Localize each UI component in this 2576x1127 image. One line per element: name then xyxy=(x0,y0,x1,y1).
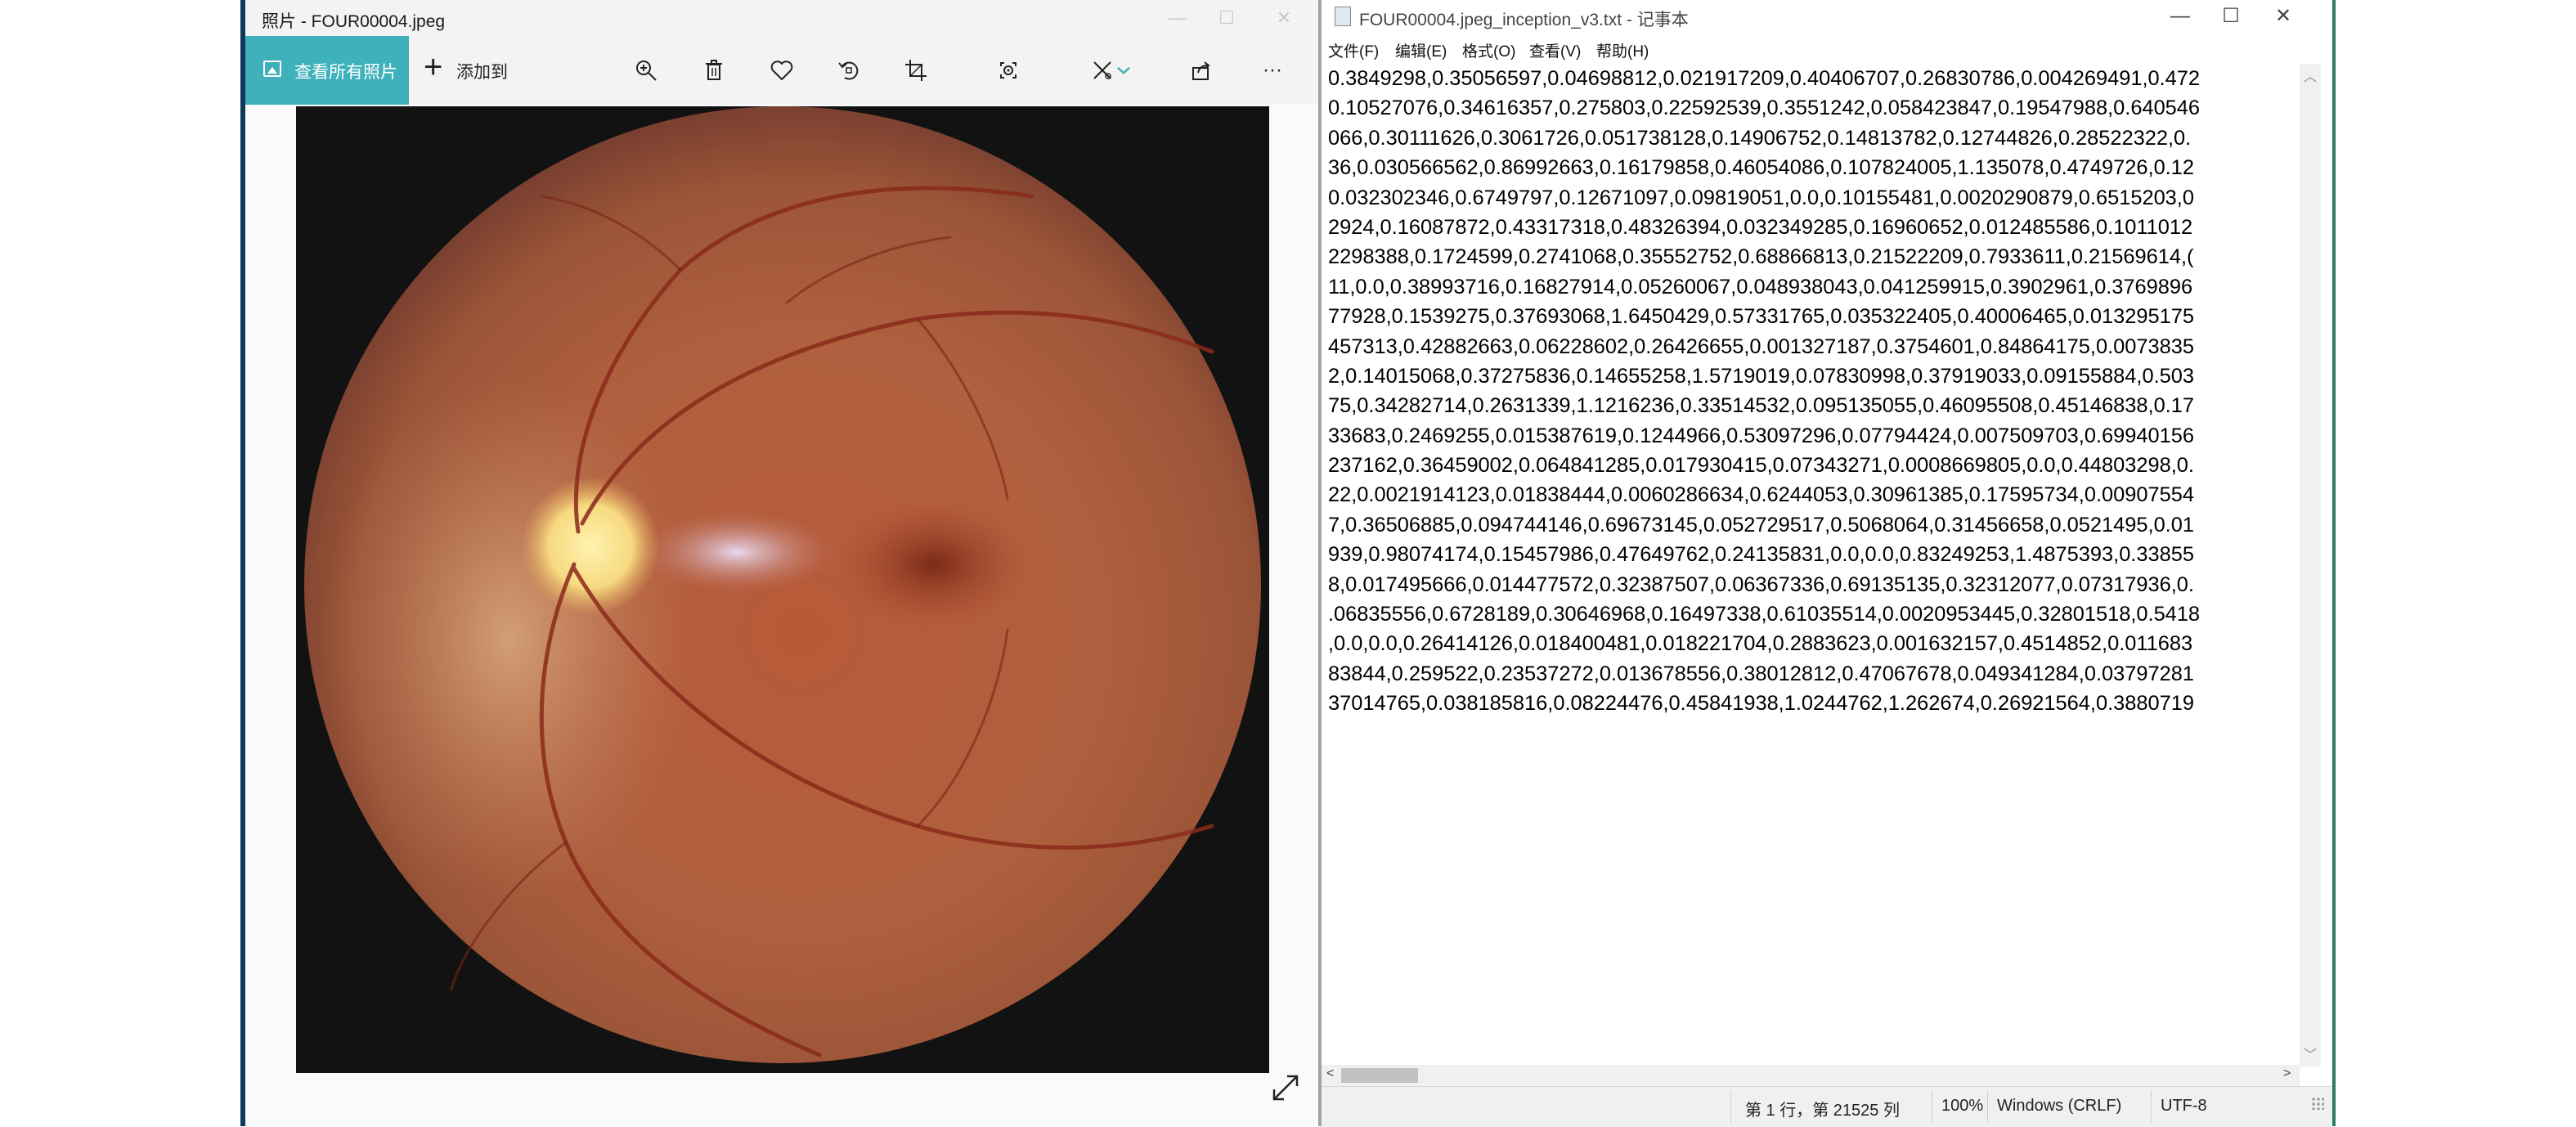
enhance-icon[interactable] xyxy=(992,54,1025,87)
share-icon[interactable] xyxy=(1186,54,1218,87)
text-line: 36,0.030566562,0.86992663,0.16179858,0.4… xyxy=(1328,156,2194,180)
scroll-left-icon[interactable]: < xyxy=(1326,1066,1334,1081)
notepad-menubar: 文件(F) 编辑(E) 格式(O) 查看(V) 帮助(H) xyxy=(1322,36,2332,64)
resize-grip[interactable] xyxy=(2311,1097,2324,1110)
plus-icon: + xyxy=(424,49,443,85)
text-line: 8,0.017495666,0.014477572,0.32387507,0.0… xyxy=(1328,572,2194,596)
notepad-minimize-button[interactable]: — xyxy=(2156,2,2205,31)
favorite-icon[interactable] xyxy=(765,54,798,87)
fundus-photo xyxy=(296,106,1269,1073)
photos-maximize-button[interactable]: ☐ xyxy=(1202,3,1251,33)
notepad-close-button[interactable]: ✕ xyxy=(2259,2,2308,31)
status-line-ending: Windows (CRLF) xyxy=(1997,1097,2122,1115)
status-divider xyxy=(1730,1090,1731,1123)
more-icon[interactable]: ··· xyxy=(1256,54,1289,87)
horizontal-scrollbar[interactable]: < > xyxy=(1322,1065,2300,1086)
text-line: 7,0.36506885,0.094744146,0.69673145,0.05… xyxy=(1328,513,2194,537)
notepad-window-title: FOUR00004.jpeg_inception_v3.txt - 记事本 xyxy=(1359,11,1689,29)
chevron-down-icon[interactable] xyxy=(1114,54,1133,87)
add-to-button[interactable]: + 添加到 xyxy=(424,36,530,105)
rotate-icon[interactable] xyxy=(832,54,865,87)
expand-icon[interactable] xyxy=(1269,1071,1302,1104)
text-line: 2924,0.16087872,0.43317318,0.48326394,0.… xyxy=(1328,215,2193,239)
zoom-icon[interactable] xyxy=(630,54,662,87)
text-line: 11,0.0,0.38993716,0.16827914,0.05260067,… xyxy=(1328,275,2193,299)
text-line: 2,0.14015068,0.37275836,0.14655258,1.571… xyxy=(1328,364,2194,388)
photos-minimize-button[interactable]: — xyxy=(1153,3,1202,33)
status-encoding: UTF-8 xyxy=(2161,1097,2207,1115)
text-line: 37014765,0.038185816,0.08224476,0.458419… xyxy=(1328,692,2194,716)
notepad-text-area[interactable]: 0.3849298,0.35056597,0.04698812,0.021917… xyxy=(1328,64,2301,1066)
image-icon xyxy=(263,61,281,77)
photos-titlebar: 照片 - FOUR00004.jpeg — ☐ ✕ xyxy=(245,0,1325,36)
crop-icon[interactable] xyxy=(900,54,932,87)
horizontal-scroll-thumb[interactable] xyxy=(1341,1068,1418,1083)
photos-window: 照片 - FOUR00004.jpeg — ☐ ✕ 查看所有照片 + 添加到 ·… xyxy=(245,0,1325,1126)
text-line: 2298388,0.1724599,0.2741068,0.35552752,0… xyxy=(1328,245,2194,269)
scroll-right-icon[interactable]: > xyxy=(2283,1066,2291,1081)
view-all-photos-button[interactable]: 查看所有照片 xyxy=(245,36,409,105)
scroll-up-icon[interactable]: ︿ xyxy=(2300,65,2321,85)
notepad-titlebar: FOUR00004.jpeg_inception_v3.txt - 记事本 — … xyxy=(1322,0,2332,33)
text-line: 75,0.34282714,0.2631339,1.1216236,0.3351… xyxy=(1328,394,2194,418)
scroll-down-icon[interactable]: ﹀ xyxy=(2300,1044,2321,1063)
photos-window-title: 照片 - FOUR00004.jpeg xyxy=(262,12,446,31)
text-line: 939,0.98074174,0.15457986,0.47649762,0.2… xyxy=(1328,543,2194,567)
text-line: 066,0.30111626,0.3061726,0.051738128,0.1… xyxy=(1328,126,2192,150)
view-all-photos-label: 查看所有照片 xyxy=(294,63,397,82)
status-cursor-position: 第 1 行，第 21525 列 xyxy=(1745,1102,1900,1120)
text-line: .06835556,0.6728189,0.30646968,0.1649733… xyxy=(1328,603,2201,626)
text-line: 0.3849298,0.35056597,0.04698812,0.021917… xyxy=(1328,67,2201,90)
text-line: 457313,0.42882663,0.06228602,0.26426655,… xyxy=(1328,335,2194,358)
menu-help[interactable]: 帮助(H) xyxy=(1596,39,1649,61)
vertical-scrollbar[interactable]: ︿ ﹀ xyxy=(2300,64,2321,1066)
status-divider xyxy=(1987,1090,1988,1123)
text-line: ,0.0,0.0,0.26414126,0.018400481,0.018221… xyxy=(1328,632,2193,656)
text-line: 77928,0.1539275,0.37693068,1.6450429,0.5… xyxy=(1328,305,2194,329)
text-line: 22,0.0021914123,0.01838444,0.0060286634,… xyxy=(1328,483,2194,507)
desktop-background-right xyxy=(2332,0,2336,1126)
menu-edit[interactable]: 编辑(E) xyxy=(1395,39,1447,61)
text-line: 0.032302346,0.6749797,0.12671097,0.09819… xyxy=(1328,186,2194,209)
add-to-label: 添加到 xyxy=(456,63,508,82)
status-zoom: 100% xyxy=(1941,1097,1984,1115)
notepad-maximize-button[interactable]: ☐ xyxy=(2206,2,2255,31)
photos-close-button[interactable]: ✕ xyxy=(1259,3,1308,33)
menu-file[interactable]: 文件(F) xyxy=(1328,39,1379,61)
text-line: 0.10527076,0.34616357,0.275803,0.2259253… xyxy=(1328,97,2201,120)
delete-icon[interactable] xyxy=(698,54,730,87)
photos-toolbar: 查看所有照片 + 添加到 ··· xyxy=(245,36,1325,105)
text-line: 237162,0.36459002,0.064841285,0.01793041… xyxy=(1328,454,2194,478)
menu-view[interactable]: 查看(V) xyxy=(1529,39,1581,61)
notepad-icon xyxy=(1335,7,1351,26)
menu-format[interactable]: 格式(O) xyxy=(1462,39,1515,61)
status-divider xyxy=(2151,1090,2152,1123)
text-line: 33683,0.2469255,0.015387619,0.1244966,0.… xyxy=(1328,424,2194,447)
notepad-window: FOUR00004.jpeg_inception_v3.txt - 记事本 — … xyxy=(1322,0,2332,1127)
text-line: 83844,0.259522,0.23537272,0.013678556,0.… xyxy=(1328,662,2194,685)
notepad-statusbar: 第 1 行，第 21525 列 100% Windows (CRLF) UTF-… xyxy=(1322,1086,2332,1127)
